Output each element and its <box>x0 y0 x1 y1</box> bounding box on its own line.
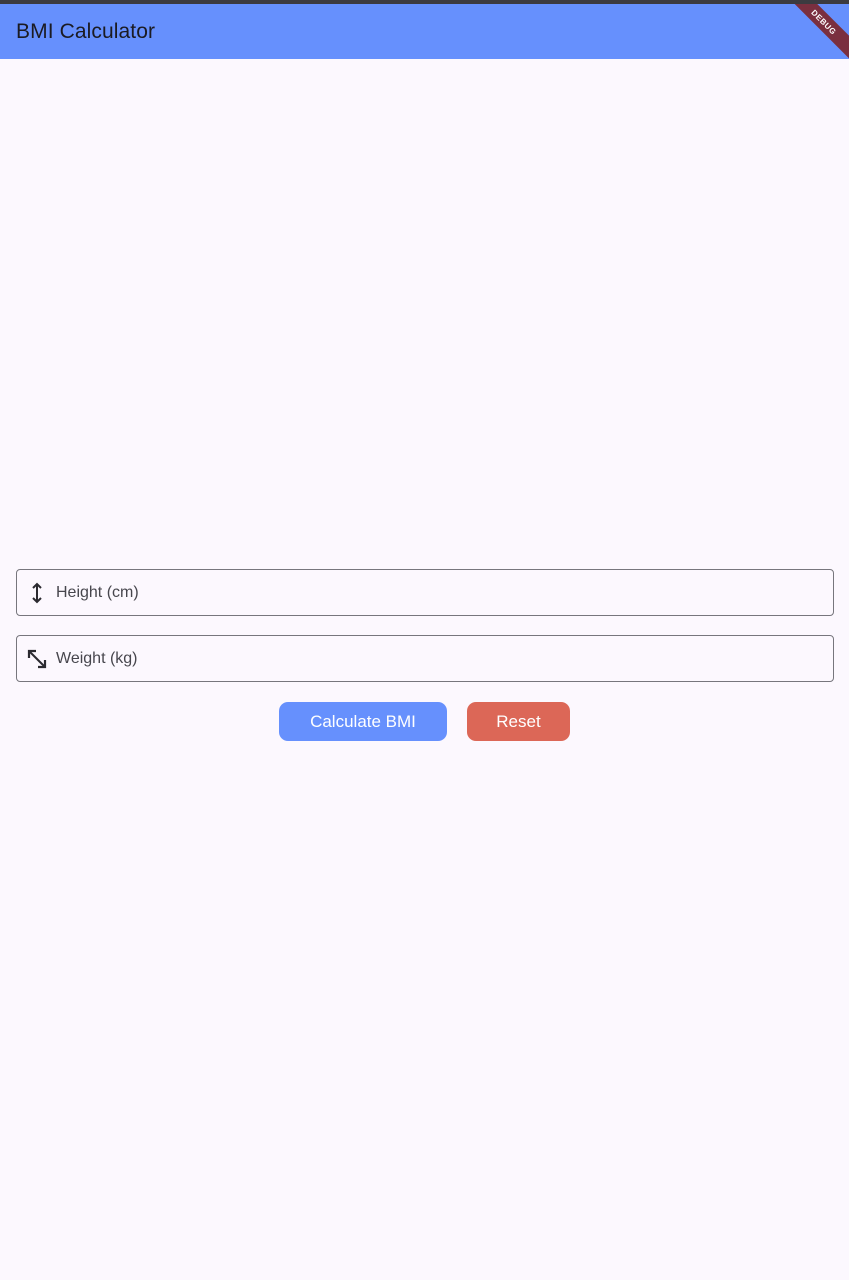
weight-field[interactable]: Weight (kg) <box>16 635 834 682</box>
app-title: BMI Calculator <box>16 19 156 43</box>
app-bar: BMI Calculator DEBUG <box>0 4 849 59</box>
calculate-bmi-button[interactable]: Calculate BMI <box>279 702 447 741</box>
reset-button[interactable]: Reset <box>467 702 570 741</box>
debug-banner: DEBUG <box>779 4 849 59</box>
height-field[interactable]: Height (cm) <box>16 569 834 616</box>
